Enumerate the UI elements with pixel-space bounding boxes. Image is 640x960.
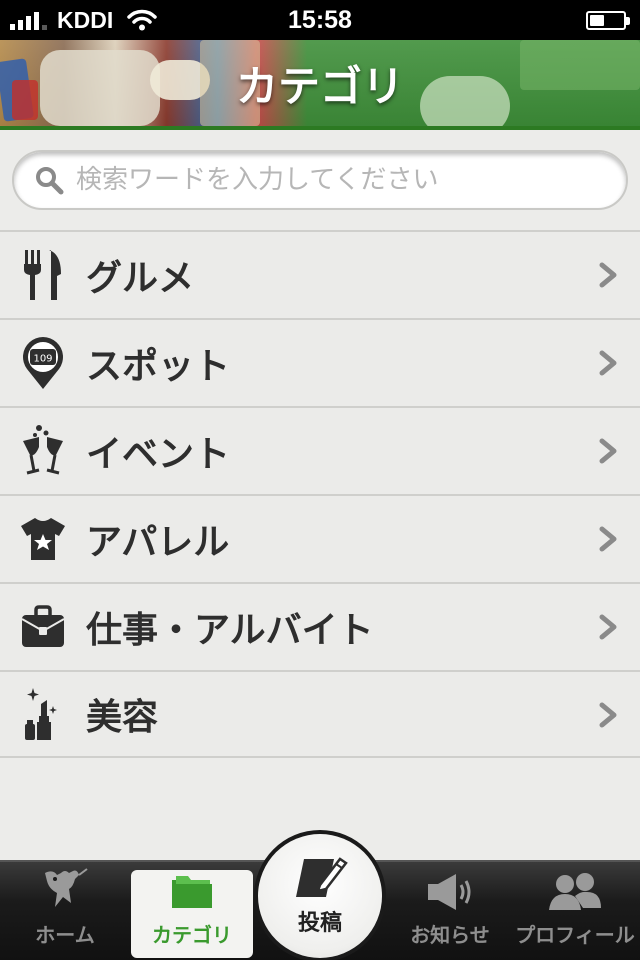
megaphone-icon xyxy=(422,870,478,913)
chevron-right-icon xyxy=(599,702,617,728)
wifi-icon xyxy=(127,9,157,31)
tab-home[interactable]: ホーム xyxy=(4,867,126,958)
category-label: グルメ xyxy=(86,258,195,299)
lipstick-sparkle-icon xyxy=(18,686,68,742)
category-item-spot[interactable]: 109 スポット xyxy=(0,318,640,406)
chevron-right-icon xyxy=(599,350,617,376)
nav-header: カテゴリ xyxy=(0,40,640,130)
pencil-note-icon xyxy=(296,857,348,897)
carrier-name: KDDI xyxy=(57,6,114,33)
tab-label: カテゴリ xyxy=(152,923,232,947)
tab-news[interactable]: お知らせ xyxy=(389,870,511,958)
briefcase-icon xyxy=(18,599,68,655)
category-item-beauty[interactable]: 美容 xyxy=(0,670,640,758)
tab-category[interactable]: カテゴリ xyxy=(131,870,253,958)
fork-knife-icon xyxy=(18,247,68,303)
category-item-gourmet[interactable]: グルメ xyxy=(0,230,640,318)
search-icon xyxy=(36,167,64,195)
category-list: グルメ 109 スポット イベント アパレル 仕事・アルバイト 美容 xyxy=(0,230,640,758)
search-area xyxy=(0,134,640,230)
category-item-event[interactable]: イベント xyxy=(0,406,640,494)
folder-icon xyxy=(164,870,220,913)
users-icon xyxy=(547,870,603,913)
category-label: イベント xyxy=(86,434,231,475)
category-label: 美容 xyxy=(86,697,159,738)
signal-strength-icon xyxy=(10,10,47,30)
home-icon xyxy=(37,867,93,913)
chevron-right-icon xyxy=(599,614,617,640)
tab-profile[interactable]: プロフィール xyxy=(514,870,636,958)
search-bar[interactable] xyxy=(12,150,628,210)
category-item-job[interactable]: 仕事・アルバイト xyxy=(0,582,640,670)
category-item-apparel[interactable]: アパレル xyxy=(0,494,640,582)
page-title: カテゴリ xyxy=(235,61,404,111)
search-input[interactable] xyxy=(76,165,616,195)
chevron-right-icon xyxy=(599,262,617,288)
chevron-right-icon xyxy=(599,438,617,464)
category-label: スポット xyxy=(86,346,231,387)
status-bar: KDDI 15:58 xyxy=(0,0,640,40)
category-label: アパレル xyxy=(86,522,230,563)
post-label: 投稿 xyxy=(297,911,342,936)
pin-text: 109 xyxy=(33,354,52,365)
tab-label: お知らせ xyxy=(410,923,490,947)
battery-icon xyxy=(586,11,630,30)
category-label: 仕事・アルバイト xyxy=(86,610,374,651)
champagne-glasses-icon xyxy=(18,423,68,479)
chevron-right-icon xyxy=(599,526,617,552)
post-button[interactable]: 投稿 xyxy=(254,830,386,960)
tshirt-icon xyxy=(18,511,68,567)
map-pin-109-icon: 109 xyxy=(18,335,68,391)
tab-label: ホーム xyxy=(35,923,95,947)
tab-label: プロフィール xyxy=(515,923,635,947)
